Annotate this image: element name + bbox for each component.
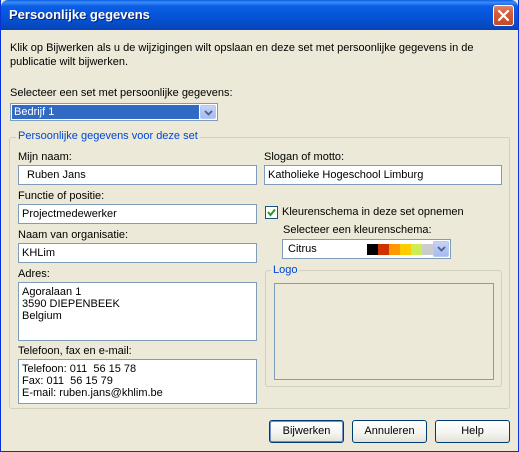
function-input[interactable]: Projectmedewerker bbox=[18, 204, 257, 224]
chevron-down-icon bbox=[204, 110, 213, 116]
name-input[interactable]: Ruben Jans bbox=[18, 165, 257, 185]
help-button-label: Help bbox=[461, 425, 484, 437]
update-button[interactable]: Bijwerken bbox=[269, 420, 344, 443]
address-input[interactable]: Agoralaan 1 3590 DIEPENBEEK Belgium bbox=[18, 282, 257, 341]
cancel-button-label: Annuleren bbox=[364, 425, 415, 437]
function-label: Functie of positie: bbox=[18, 190, 105, 202]
name-label: Mijn naam: bbox=[18, 151, 72, 163]
intro-text: Klik op Bijwerken als u de wijzigingen w… bbox=[10, 42, 474, 68]
chevron-down-icon bbox=[437, 246, 446, 252]
set-select-label: Selecteer een set met persoonlijke gegev… bbox=[10, 87, 233, 99]
contact-input[interactable]: Telefoon: 011 56 15 78 Fax: 011 56 15 79… bbox=[18, 359, 257, 404]
address-label: Adres: bbox=[18, 268, 50, 280]
color-scheme-value: Citrus bbox=[288, 243, 317, 255]
organization-input[interactable]: KHLim bbox=[18, 243, 257, 263]
color-scheme-checkbox[interactable] bbox=[265, 206, 278, 219]
slogan-input[interactable]: Katholieke Hogeschool Limburg bbox=[264, 165, 502, 185]
window-title: Persoonlijke gegevens bbox=[9, 7, 150, 22]
help-button[interactable]: Help bbox=[435, 420, 510, 443]
organization-label: Naam van organisatie: bbox=[18, 229, 129, 241]
contact-label: Telefoon, fax en e-mail: bbox=[18, 345, 132, 357]
set-select-arrow[interactable] bbox=[200, 105, 216, 119]
color-swatch bbox=[378, 244, 389, 255]
logo-placeholder[interactable] bbox=[274, 283, 494, 380]
dialog-window: Persoonlijke gegevens Klik op Bijwerken … bbox=[0, 0, 519, 452]
close-button[interactable] bbox=[493, 5, 514, 26]
set-select-dropdown[interactable]: Bedrijf 1 bbox=[10, 103, 218, 121]
set-select-value: Bedrijf 1 bbox=[12, 105, 199, 119]
slogan-label: Slogan of motto: bbox=[264, 151, 345, 163]
personal-data-group-legend: Persoonlijke gegevens voor deze set bbox=[16, 130, 200, 142]
color-swatch bbox=[367, 244, 378, 255]
logo-group-legend: Logo bbox=[271, 264, 300, 276]
color-scheme-dropdown[interactable]: Citrus bbox=[282, 239, 451, 259]
color-scheme-select-label: Selecteer een kleurenschema: bbox=[283, 224, 432, 236]
cancel-button[interactable]: Annuleren bbox=[352, 420, 427, 443]
color-scheme-arrow[interactable] bbox=[433, 241, 449, 257]
color-swatch bbox=[400, 244, 411, 255]
update-button-label: Bijwerken bbox=[282, 425, 331, 437]
color-swatch bbox=[389, 244, 400, 255]
title-bar[interactable]: Persoonlijke gegevens bbox=[1, 0, 518, 30]
color-scheme-checkbox-label[interactable]: Kleurenschema in deze set opnemen bbox=[282, 206, 464, 218]
color-swatch bbox=[411, 244, 422, 255]
close-icon bbox=[498, 10, 509, 21]
checkmark-icon bbox=[267, 208, 276, 217]
color-swatch bbox=[422, 244, 433, 255]
